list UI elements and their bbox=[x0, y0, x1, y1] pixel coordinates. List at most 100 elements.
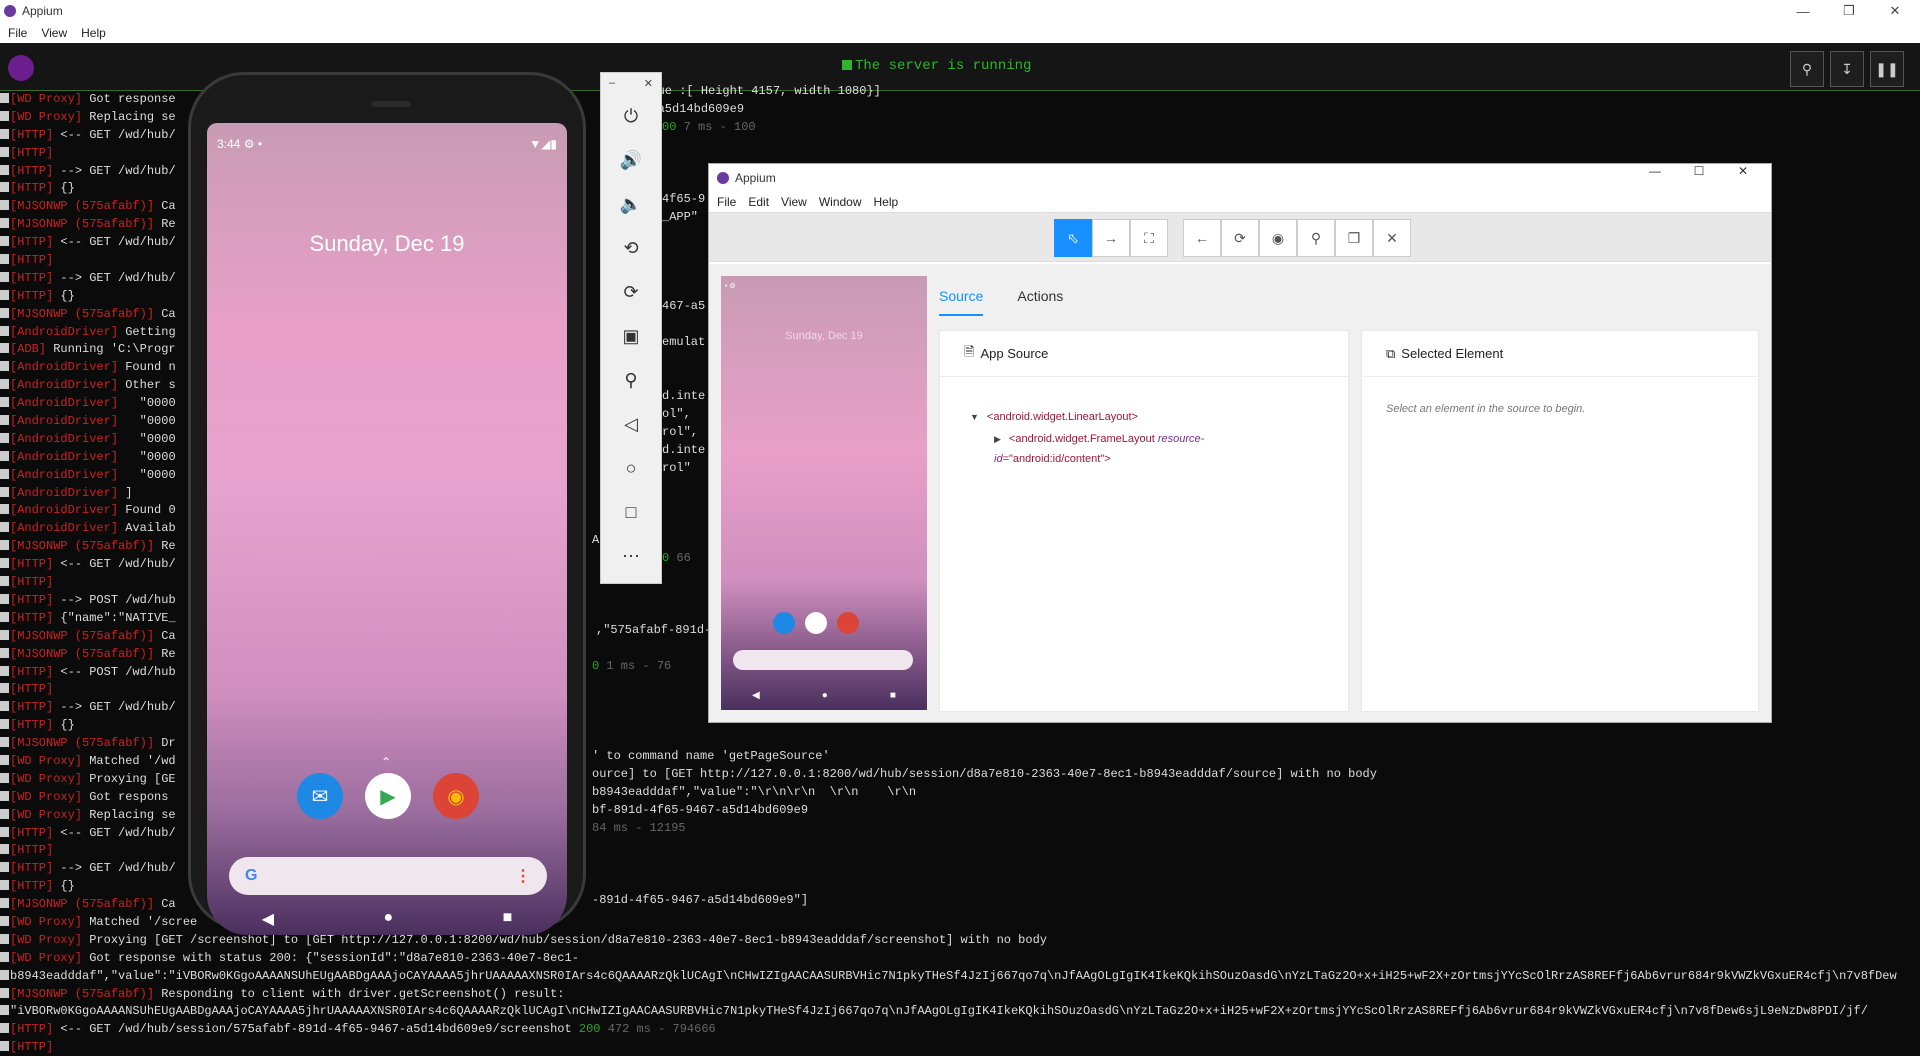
menu-view[interactable]: View bbox=[41, 26, 67, 40]
home-icon[interactable]: ● bbox=[383, 909, 393, 929]
volume-up-icon[interactable]: 🔊 bbox=[601, 138, 661, 182]
pause-server-button[interactable]: ❚❚ bbox=[1870, 51, 1904, 87]
emu-close-icon[interactable]: ✕ bbox=[644, 77, 653, 90]
log-expand-icon[interactable] bbox=[0, 737, 9, 748]
log-expand-icon[interactable] bbox=[0, 844, 9, 855]
caret-right-icon[interactable]: ▶ bbox=[994, 434, 1001, 444]
log-expand-icon[interactable] bbox=[0, 468, 9, 479]
log-expand-icon[interactable] bbox=[0, 486, 9, 497]
log-expand-icon[interactable] bbox=[0, 862, 9, 873]
log-expand-icon[interactable] bbox=[0, 254, 9, 265]
log-expand-icon[interactable] bbox=[0, 969, 9, 980]
minimize-icon[interactable]: — bbox=[1780, 0, 1826, 22]
zoom-icon[interactable]: ⚲ bbox=[601, 358, 661, 402]
log-expand-icon[interactable] bbox=[0, 611, 9, 622]
download-logs-button[interactable]: ↧ bbox=[1830, 51, 1864, 87]
log-expand-icon[interactable] bbox=[0, 987, 9, 998]
messages-app-icon[interactable]: ✉ bbox=[297, 773, 343, 819]
menu-edit[interactable]: Edit bbox=[748, 195, 769, 209]
emu-minimize-icon[interactable]: – bbox=[609, 77, 615, 90]
log-expand-icon[interactable] bbox=[0, 200, 9, 211]
log-expand-icon[interactable] bbox=[0, 915, 9, 926]
copy-xml-button[interactable]: ❐ bbox=[1335, 219, 1373, 257]
more-icon[interactable]: ⋯ bbox=[601, 534, 661, 578]
overview-icon[interactable]: □ bbox=[601, 490, 661, 534]
log-expand-icon[interactable] bbox=[0, 415, 9, 426]
log-expand-icon[interactable] bbox=[0, 450, 9, 461]
log-expand-icon[interactable] bbox=[0, 236, 9, 247]
log-expand-icon[interactable] bbox=[0, 808, 9, 819]
log-expand-icon[interactable] bbox=[0, 576, 9, 587]
refresh-button[interactable]: ⟳ bbox=[1221, 219, 1259, 257]
log-expand-icon[interactable] bbox=[0, 93, 9, 103]
minimize-icon[interactable]: — bbox=[1633, 164, 1677, 178]
log-expand-icon[interactable] bbox=[0, 540, 9, 551]
emulator-screen[interactable]: 3:44 ⚙ • ▼◢▮ Sunday, Dec 19 ⌃ ✉ ▶ ◉ G ⋮ ◀… bbox=[207, 123, 567, 935]
menu-window[interactable]: Window bbox=[819, 195, 862, 209]
camera-icon[interactable]: ▣ bbox=[601, 314, 661, 358]
log-expand-icon[interactable] bbox=[0, 629, 9, 640]
caret-down-icon[interactable]: ▼ bbox=[970, 412, 979, 422]
log-expand-icon[interactable] bbox=[0, 647, 9, 658]
back-icon[interactable]: ◁ bbox=[601, 402, 661, 446]
assistant-icon[interactable]: ⋮ bbox=[515, 866, 531, 886]
log-expand-icon[interactable] bbox=[0, 110, 9, 121]
log-expand-icon[interactable] bbox=[0, 325, 9, 336]
log-expand-icon[interactable] bbox=[0, 1041, 9, 1052]
maximize-icon[interactable]: ☐ bbox=[1677, 164, 1721, 178]
recorder-button[interactable]: ◉ bbox=[1259, 219, 1297, 257]
back-button[interactable]: ← bbox=[1183, 219, 1221, 257]
log-expand-icon[interactable] bbox=[0, 397, 9, 408]
log-expand-icon[interactable] bbox=[0, 719, 9, 730]
chrome-app-icon[interactable]: ◉ bbox=[433, 773, 479, 819]
log-expand-icon[interactable] bbox=[0, 289, 9, 300]
log-expand-icon[interactable] bbox=[0, 1023, 9, 1034]
back-icon[interactable]: ◀ bbox=[262, 909, 274, 929]
menu-file[interactable]: File bbox=[8, 26, 27, 40]
log-expand-icon[interactable] bbox=[0, 826, 9, 837]
recents-icon[interactable]: ■ bbox=[503, 909, 513, 929]
restore-icon[interactable]: ❐ bbox=[1826, 0, 1872, 22]
log-expand-icon[interactable] bbox=[0, 146, 9, 157]
google-search-bar[interactable]: G ⋮ bbox=[229, 857, 547, 895]
menu-view[interactable]: View bbox=[781, 195, 807, 209]
log-expand-icon[interactable] bbox=[0, 772, 9, 783]
log-expand-icon[interactable] bbox=[0, 951, 9, 962]
log-expand-icon[interactable] bbox=[0, 343, 9, 354]
rotate-left-icon[interactable]: ⟲ bbox=[601, 226, 661, 270]
home-icon[interactable]: ○ bbox=[601, 446, 661, 490]
swipe-button[interactable]: → bbox=[1092, 219, 1130, 257]
log-expand-icon[interactable] bbox=[0, 790, 9, 801]
tap-button[interactable]: ⛶ bbox=[1130, 219, 1168, 257]
rotate-right-icon[interactable]: ⟳ bbox=[601, 270, 661, 314]
log-expand-icon[interactable] bbox=[0, 880, 9, 891]
log-expand-icon[interactable] bbox=[0, 701, 9, 712]
log-expand-icon[interactable] bbox=[0, 522, 9, 533]
select-elements-button[interactable]: ⬁ bbox=[1054, 219, 1092, 257]
menu-help[interactable]: Help bbox=[81, 26, 106, 40]
close-icon[interactable]: ✕ bbox=[1721, 164, 1765, 178]
log-expand-icon[interactable] bbox=[0, 379, 9, 390]
menu-help[interactable]: Help bbox=[874, 195, 899, 209]
tree-node-framelayout[interactable]: ▶ <android.widget.FrameLayout resource-id… bbox=[970, 429, 1348, 469]
log-expand-icon[interactable] bbox=[0, 432, 9, 443]
search-button[interactable]: ⚲ bbox=[1297, 219, 1335, 257]
tree-node-linearlayout[interactable]: ▼ <android.widget.LinearLayout> bbox=[970, 405, 1348, 429]
log-expand-icon[interactable] bbox=[0, 218, 9, 229]
log-expand-icon[interactable] bbox=[0, 558, 9, 569]
quit-session-button[interactable]: ✕ bbox=[1373, 219, 1411, 257]
volume-down-icon[interactable]: 🔈 bbox=[601, 182, 661, 226]
log-expand-icon[interactable] bbox=[0, 683, 9, 694]
tab-actions[interactable]: Actions bbox=[1017, 288, 1063, 316]
menu-file[interactable]: File bbox=[717, 195, 736, 209]
log-expand-icon[interactable] bbox=[0, 754, 9, 765]
log-expand-icon[interactable] bbox=[0, 361, 9, 372]
app-drawer-arrow-icon[interactable]: ⌃ bbox=[381, 755, 391, 769]
log-expand-icon[interactable] bbox=[0, 593, 9, 604]
log-expand-icon[interactable] bbox=[0, 307, 9, 318]
log-expand-icon[interactable] bbox=[0, 933, 9, 944]
log-expand-icon[interactable] bbox=[0, 271, 9, 282]
log-expand-icon[interactable] bbox=[0, 128, 9, 139]
log-expand-icon[interactable] bbox=[0, 164, 9, 175]
play-store-app-icon[interactable]: ▶ bbox=[365, 773, 411, 819]
